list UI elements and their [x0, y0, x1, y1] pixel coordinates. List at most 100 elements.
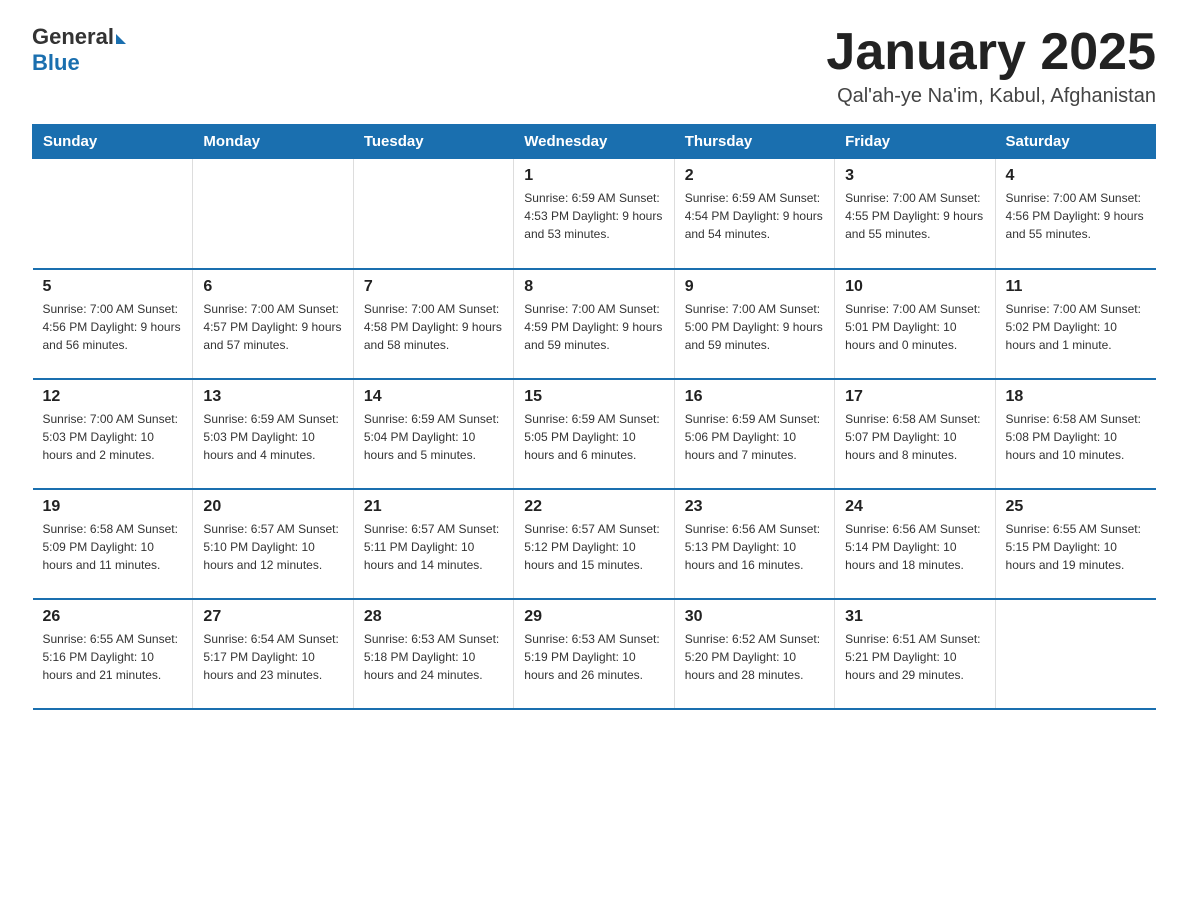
- day-info: Sunrise: 6:55 AM Sunset: 5:15 PM Dayligh…: [1006, 520, 1146, 574]
- calendar-cell: 23 Sunrise: 6:56 AM Sunset: 5:13 PM Dayli…: [674, 489, 834, 599]
- day-number: 8: [524, 278, 663, 296]
- day-number: 22: [524, 498, 663, 516]
- page-header: General Blue January 2025 Qal'ah-ye Na'i…: [32, 24, 1156, 108]
- calendar-cell: 20 Sunrise: 6:57 AM Sunset: 5:10 PM Dayli…: [193, 489, 353, 599]
- day-header-thursday: Thursday: [674, 125, 834, 159]
- day-info: Sunrise: 7:00 AM Sunset: 4:59 PM Dayligh…: [524, 300, 663, 354]
- calendar-cell: 11 Sunrise: 7:00 AM Sunset: 5:02 PM Dayli…: [995, 269, 1155, 379]
- day-info: Sunrise: 7:00 AM Sunset: 4:56 PM Dayligh…: [43, 300, 183, 354]
- day-number: 25: [1006, 498, 1146, 516]
- day-number: 11: [1006, 278, 1146, 296]
- day-number: 4: [1006, 167, 1146, 185]
- calendar-body: 1Sunrise: 6:59 AM Sunset: 4:53 PM Daylig…: [33, 159, 1156, 709]
- calendar-cell: 10 Sunrise: 7:00 AM Sunset: 5:01 PM Dayli…: [835, 269, 995, 379]
- day-number: 14: [364, 388, 503, 406]
- logo-blue-text: Blue: [32, 50, 126, 76]
- calendar-cell: 25 Sunrise: 6:55 AM Sunset: 5:15 PM Dayli…: [995, 489, 1155, 599]
- calendar-cell: 16 Sunrise: 6:59 AM Sunset: 5:06 PM Dayli…: [674, 379, 834, 489]
- day-info: Sunrise: 6:51 AM Sunset: 5:21 PM Dayligh…: [845, 630, 984, 684]
- day-info: Sunrise: 6:57 AM Sunset: 5:10 PM Dayligh…: [203, 520, 342, 574]
- day-number: 2: [685, 167, 824, 185]
- day-header-tuesday: Tuesday: [353, 125, 513, 159]
- calendar-cell: 9 Sunrise: 7:00 AM Sunset: 5:00 PM Daylig…: [674, 269, 834, 379]
- calendar-cell: 15Sunrise: 6:59 AM Sunset: 5:05 PM Dayli…: [514, 379, 674, 489]
- calendar-cell: 12 Sunrise: 7:00 AM Sunset: 5:03 PM Dayli…: [33, 379, 193, 489]
- calendar-cell: 21Sunrise: 6:57 AM Sunset: 5:11 PM Dayli…: [353, 489, 513, 599]
- day-number: 19: [43, 498, 183, 516]
- day-info: Sunrise: 6:59 AM Sunset: 5:05 PM Dayligh…: [524, 410, 663, 464]
- day-info: Sunrise: 6:58 AM Sunset: 5:08 PM Dayligh…: [1006, 410, 1146, 464]
- day-number: 23: [685, 498, 824, 516]
- day-number: 24: [845, 498, 984, 516]
- day-info: Sunrise: 7:00 AM Sunset: 5:00 PM Dayligh…: [685, 300, 824, 354]
- week-row: 1Sunrise: 6:59 AM Sunset: 4:53 PM Daylig…: [33, 159, 1156, 269]
- day-header-wednesday: Wednesday: [514, 125, 674, 159]
- day-info: Sunrise: 7:00 AM Sunset: 4:58 PM Dayligh…: [364, 300, 503, 354]
- day-info: Sunrise: 6:56 AM Sunset: 5:13 PM Dayligh…: [685, 520, 824, 574]
- day-number: 10: [845, 278, 984, 296]
- calendar-cell: 4 Sunrise: 7:00 AM Sunset: 4:56 PM Daylig…: [995, 159, 1155, 269]
- week-row: 5 Sunrise: 7:00 AM Sunset: 4:56 PM Daylig…: [33, 269, 1156, 379]
- day-number: 29: [524, 608, 663, 626]
- day-number: 13: [203, 388, 342, 406]
- day-number: 5: [43, 278, 183, 296]
- day-number: 16: [685, 388, 824, 406]
- calendar-cell: 8 Sunrise: 7:00 AM Sunset: 4:59 PM Daylig…: [514, 269, 674, 379]
- week-row: 19Sunrise: 6:58 AM Sunset: 5:09 PM Dayli…: [33, 489, 1156, 599]
- calendar-cell: 13 Sunrise: 6:59 AM Sunset: 5:03 PM Dayli…: [193, 379, 353, 489]
- day-info: Sunrise: 7:00 AM Sunset: 4:56 PM Dayligh…: [1006, 189, 1146, 243]
- day-info: Sunrise: 7:00 AM Sunset: 5:01 PM Dayligh…: [845, 300, 984, 354]
- day-info: Sunrise: 6:59 AM Sunset: 4:53 PM Dayligh…: [524, 189, 663, 243]
- day-info: Sunrise: 6:59 AM Sunset: 5:04 PM Dayligh…: [364, 410, 503, 464]
- day-number: 21: [364, 498, 503, 516]
- day-info: Sunrise: 7:00 AM Sunset: 5:03 PM Dayligh…: [43, 410, 183, 464]
- day-info: Sunrise: 7:00 AM Sunset: 5:02 PM Dayligh…: [1006, 300, 1146, 354]
- calendar-cell: 5 Sunrise: 7:00 AM Sunset: 4:56 PM Daylig…: [33, 269, 193, 379]
- calendar-cell: 19Sunrise: 6:58 AM Sunset: 5:09 PM Dayli…: [33, 489, 193, 599]
- day-info: Sunrise: 6:53 AM Sunset: 5:18 PM Dayligh…: [364, 630, 503, 684]
- title-block: January 2025 Qal'ah-ye Na'im, Kabul, Afg…: [826, 24, 1156, 108]
- day-info: Sunrise: 6:59 AM Sunset: 5:03 PM Dayligh…: [203, 410, 342, 464]
- logo: General Blue: [32, 24, 126, 76]
- day-info: Sunrise: 6:59 AM Sunset: 5:06 PM Dayligh…: [685, 410, 824, 464]
- day-number: 20: [203, 498, 342, 516]
- day-info: Sunrise: 6:54 AM Sunset: 5:17 PM Dayligh…: [203, 630, 342, 684]
- calendar-cell: 7 Sunrise: 7:00 AM Sunset: 4:58 PM Daylig…: [353, 269, 513, 379]
- day-info: Sunrise: 6:57 AM Sunset: 5:12 PM Dayligh…: [524, 520, 663, 574]
- logo-general-text: General: [32, 24, 114, 50]
- day-number: 18: [1006, 388, 1146, 406]
- calendar-cell: 14 Sunrise: 6:59 AM Sunset: 5:04 PM Dayli…: [353, 379, 513, 489]
- week-row: 26 Sunrise: 6:55 AM Sunset: 5:16 PM Dayli…: [33, 599, 1156, 709]
- day-info: Sunrise: 6:58 AM Sunset: 5:07 PM Dayligh…: [845, 410, 984, 464]
- calendar-cell: 6 Sunrise: 7:00 AM Sunset: 4:57 PM Daylig…: [193, 269, 353, 379]
- day-number: 28: [364, 608, 503, 626]
- day-number: 6: [203, 278, 342, 296]
- week-row: 12 Sunrise: 7:00 AM Sunset: 5:03 PM Dayli…: [33, 379, 1156, 489]
- day-info: Sunrise: 7:00 AM Sunset: 4:57 PM Dayligh…: [203, 300, 342, 354]
- calendar-cell: 28 Sunrise: 6:53 AM Sunset: 5:18 PM Dayli…: [353, 599, 513, 709]
- day-info: Sunrise: 6:59 AM Sunset: 4:54 PM Dayligh…: [685, 189, 824, 243]
- calendar-table: SundayMondayTuesdayWednesdayThursdayFrid…: [32, 124, 1156, 710]
- day-number: 9: [685, 278, 824, 296]
- calendar-cell: [995, 599, 1155, 709]
- day-info: Sunrise: 6:55 AM Sunset: 5:16 PM Dayligh…: [43, 630, 183, 684]
- day-number: 26: [43, 608, 183, 626]
- day-number: 31: [845, 608, 984, 626]
- calendar-header: SundayMondayTuesdayWednesdayThursdayFrid…: [33, 125, 1156, 159]
- day-number: 7: [364, 278, 503, 296]
- calendar-cell: [33, 159, 193, 269]
- day-number: 27: [203, 608, 342, 626]
- page-title: January 2025: [826, 24, 1156, 81]
- day-number: 12: [43, 388, 183, 406]
- calendar-cell: 1Sunrise: 6:59 AM Sunset: 4:53 PM Daylig…: [514, 159, 674, 269]
- day-info: Sunrise: 6:53 AM Sunset: 5:19 PM Dayligh…: [524, 630, 663, 684]
- day-header-sunday: Sunday: [33, 125, 193, 159]
- calendar-cell: 27 Sunrise: 6:54 AM Sunset: 5:17 PM Dayli…: [193, 599, 353, 709]
- calendar-cell: [193, 159, 353, 269]
- calendar-cell: 3Sunrise: 7:00 AM Sunset: 4:55 PM Daylig…: [835, 159, 995, 269]
- day-header-friday: Friday: [835, 125, 995, 159]
- calendar-cell: 2 Sunrise: 6:59 AM Sunset: 4:54 PM Daylig…: [674, 159, 834, 269]
- calendar-cell: 18 Sunrise: 6:58 AM Sunset: 5:08 PM Dayli…: [995, 379, 1155, 489]
- calendar-cell: 17Sunrise: 6:58 AM Sunset: 5:07 PM Dayli…: [835, 379, 995, 489]
- calendar-cell: 24Sunrise: 6:56 AM Sunset: 5:14 PM Dayli…: [835, 489, 995, 599]
